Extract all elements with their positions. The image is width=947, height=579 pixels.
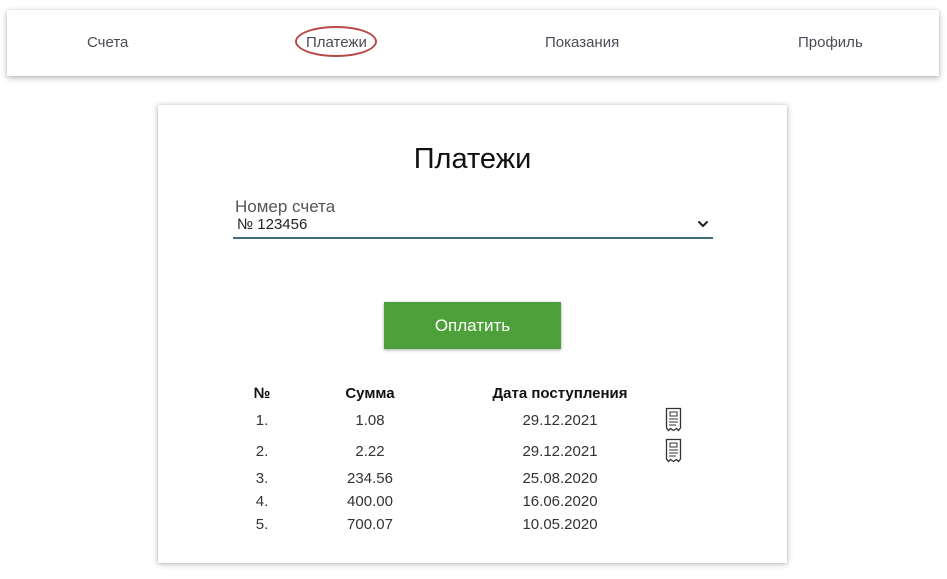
account-select[interactable]: № 123456 [233,215,713,239]
nav-item-accounts[interactable]: Счета [87,10,128,76]
chevron-down-icon [698,221,708,227]
top-navigation: Счета Платежи Показания Профиль [7,10,939,76]
row-amount: 1.08 [355,412,385,429]
row-number: 5. [255,516,269,533]
account-select-label: Номер счета [235,197,336,216]
row-amount: 400.00 [347,493,393,510]
page-title: Платежи [413,143,532,175]
row-number: 2. [255,443,269,460]
payments-card: Платежи Номер счета № 123456 Оплатить № … [158,105,787,563]
receipt-icon[interactable] [665,438,682,463]
row-number: 1. [255,412,269,429]
row-amount: 700.07 [347,516,393,533]
nav-item-profile[interactable]: Профиль [798,10,863,76]
row-date: 29.12.2021 [522,412,598,429]
nav-item-payments[interactable]: Платежи [295,10,377,76]
column-header-date: Дата поступления [492,385,628,402]
column-header-number: № [253,385,271,402]
row-number: 4. [255,493,269,510]
row-date: 25.08.2020 [522,470,598,487]
row-number: 3. [255,470,269,487]
row-date: 29.12.2021 [522,443,598,460]
receipt-icon[interactable] [665,407,682,432]
nav-item-readings[interactable]: Показания [545,10,619,76]
row-amount: 2.22 [355,443,385,460]
account-select-value: № 123456 [237,216,308,233]
row-date: 10.05.2020 [522,516,598,533]
row-amount: 234.56 [347,470,393,487]
pay-button[interactable]: Оплатить [384,302,561,349]
column-header-amount: Сумма [345,385,395,402]
row-date: 16.06.2020 [522,493,598,510]
